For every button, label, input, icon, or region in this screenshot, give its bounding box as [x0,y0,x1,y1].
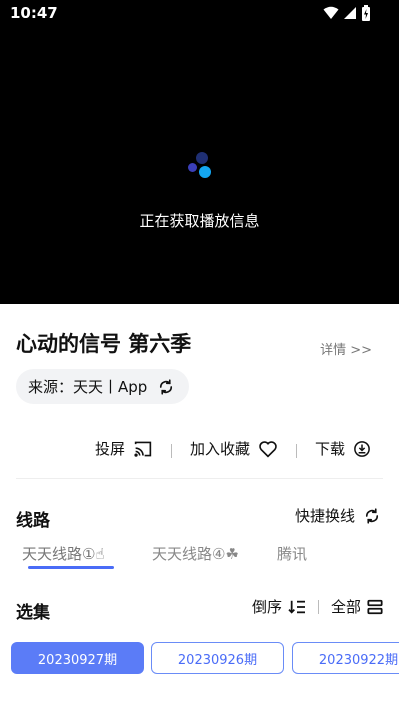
episode-item[interactable]: 20230922期 [292,642,399,674]
add-to-favorites-button[interactable]: 加入收藏 [190,438,278,459]
switch-icon [365,507,379,524]
tab-line-1[interactable]: 天天线路①☝ [22,543,105,564]
video-player[interactable]: 10:47 正在获取播放信息 [0,0,399,304]
episode-item[interactable]: 20230926期 [151,642,284,674]
active-tab-indicator [28,566,114,569]
source-selector[interactable]: 来源：天天丨App [16,369,189,404]
episode-item-selected[interactable]: 20230927期 [11,642,144,674]
all-episodes-button[interactable]: 全部 [331,596,383,617]
download-button[interactable]: 下载 [315,438,371,459]
status-bar: 10:47 [0,0,399,26]
quick-switch-button[interactable]: 快捷换线 [295,505,381,526]
episodes-section-title: 选集 [16,603,50,623]
sort-icon [288,600,305,614]
details-link[interactable]: 详情 >> [320,339,372,358]
battery-icon [362,5,370,21]
cast-label: 投屏 [95,440,126,458]
tab-line-3[interactable]: 腾讯 [277,543,307,564]
episode-list: 20230927期 20230926期 20230922期 [11,642,399,674]
heart-icon [259,440,277,458]
cellular-signal-icon [344,7,356,19]
wifi-icon [323,6,339,19]
refresh-icon[interactable] [157,378,175,396]
all-label: 全部 [330,598,361,616]
list-icon [367,599,383,614]
download-icon [354,440,370,457]
download-label: 下载 [315,440,346,458]
loading-text: 正在获取播放信息 [139,212,260,230]
loading-spinner-icon [186,150,216,180]
status-time: 10:47 [10,4,58,22]
divider [16,478,383,479]
order-label: 倒序 [251,598,282,616]
cast-button[interactable]: 投屏 [95,438,153,459]
show-title: 心动的信号 第六季 [16,332,192,356]
status-icons [323,5,371,21]
reverse-order-button[interactable]: 倒序 [252,596,306,617]
source-label: 来源：天天丨App [28,378,148,396]
episode-tools: 倒序 全部 [252,596,383,617]
lines-section-title: 线路 [16,511,50,531]
cast-icon [134,441,152,457]
quick-switch-label: 快捷换线 [294,507,355,525]
tab-line-2[interactable]: 天天线路④☘ [152,543,239,564]
action-bar: 投屏 加入收藏 下载 [0,438,399,464]
favorite-label: 加入收藏 [190,440,251,458]
